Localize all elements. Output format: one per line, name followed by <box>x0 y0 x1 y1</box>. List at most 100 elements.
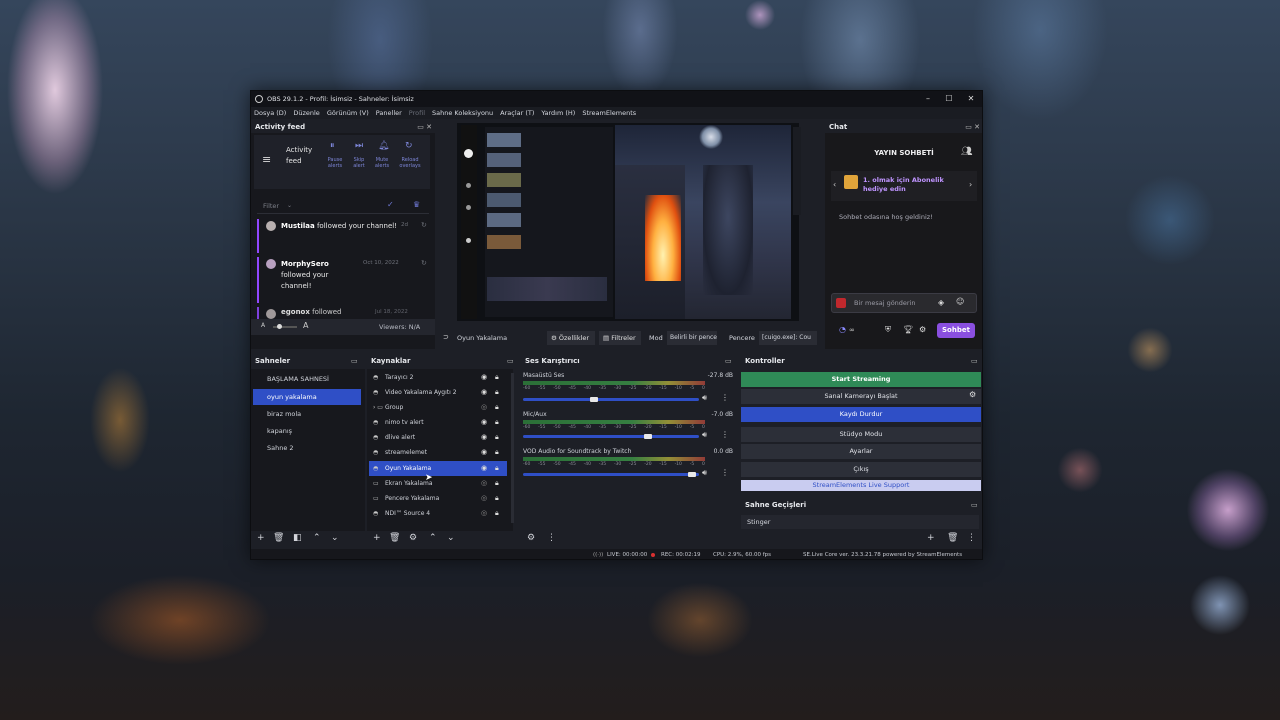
move-down-icon[interactable]: ⌄ <box>331 532 339 544</box>
pause-alerts-label[interactable]: Pause alerts <box>324 157 346 169</box>
eye-hidden-icon[interactable]: ◎ <box>481 506 487 521</box>
menu-file[interactable]: Dosya (D) <box>254 109 286 117</box>
filter-label[interactable]: Filter <box>263 202 279 210</box>
source-item[interactable]: ◓ streamelemet ◉ 🔒︎ <box>369 445 507 460</box>
speaker-icon[interactable]: 🔊︎ <box>702 393 707 403</box>
menu-streamelements[interactable]: StreamElements <box>582 109 636 117</box>
eye-icon[interactable]: ◉ <box>481 445 487 460</box>
stop-recording-button[interactable]: Kaydı Durdur <box>741 407 981 422</box>
gear-icon[interactable]: ⚙ <box>919 325 926 334</box>
replay-icon[interactable]: ↻ <box>421 221 427 229</box>
emote-icon[interactable]: ☺ <box>956 297 964 306</box>
chat-input[interactable]: Bir mesaj gönderin ◈ ☺ <box>831 293 977 313</box>
chat-send-button[interactable]: Sohbet <box>937 323 975 338</box>
skip-alert-label[interactable]: Skip alert <box>350 157 368 169</box>
close-button[interactable]: ✕ <box>960 91 982 107</box>
dock-float-close-icon[interactable]: ▭ ✕ <box>417 121 432 133</box>
trophy-icon[interactable]: 🏆︎ <box>903 325 913 334</box>
volume-knob[interactable] <box>643 434 652 439</box>
replay-icon[interactable]: ↻ <box>421 259 427 267</box>
menu-scene-collection[interactable]: Sahne Koleksiyonu <box>432 109 493 117</box>
scene-filters-icon[interactable]: ◧ <box>293 532 302 544</box>
virtual-camera-settings-icon[interactable]: ⚙ <box>969 390 976 399</box>
source-item[interactable]: ◓ NDI™ Source 4 ◎ 🔒︎ <box>369 506 507 521</box>
add-source-icon[interactable]: + <box>373 532 381 544</box>
pause-icon[interactable]: ⏸ <box>330 141 335 151</box>
reload-icon[interactable]: ↻ <box>405 141 413 151</box>
properties-button[interactable]: ⚙ Özellikler <box>547 331 595 345</box>
menu-view[interactable]: Görünüm (V) <box>327 109 369 117</box>
source-item-selected[interactable]: ◓ Oyun Yakalama ◉ 🔒︎ <box>369 461 507 476</box>
more-options-icon[interactable]: ⋮ <box>721 468 729 477</box>
users-icon[interactable]: 👥︎ <box>961 147 972 157</box>
source-item[interactable]: ▭ Ekran Yakalama ◎ 🔒︎ <box>369 476 507 491</box>
speaker-icon[interactable]: 🔊︎ <box>702 468 707 478</box>
move-up-icon[interactable]: ⌃ <box>313 532 321 544</box>
feed-event-2[interactable]: MorphySero followed your channel! Oct 10… <box>257 257 432 303</box>
source-item[interactable]: ▭ Pencere Yakalama ◎ 🔒︎ <box>369 491 507 506</box>
minimize-button[interactable]: – <box>917 91 939 107</box>
hamburger-menu-icon[interactable]: ≡ <box>262 153 271 166</box>
virtual-camera-button[interactable]: Sanal Kamerayı Başlat <box>741 389 981 404</box>
remove-source-icon[interactable]: 🗑︎ <box>389 532 400 544</box>
chevron-down-icon[interactable]: ⌄ <box>287 202 292 209</box>
more-options-icon[interactable]: ⋮ <box>721 430 729 439</box>
feed-event-3[interactable]: egonox followed Jul 18, 2022 <box>257 307 432 319</box>
transition-select[interactable]: Stinger <box>741 515 979 529</box>
scene-item[interactable]: BAŞLAMA SAHNESİ <box>253 371 361 387</box>
dock-float-icon[interactable]: ▭ <box>971 355 979 367</box>
eye-hidden-icon[interactable]: ◎ <box>481 400 487 415</box>
reload-overlays-label[interactable]: Reload overlays <box>396 157 424 169</box>
mixer-settings-icon[interactable]: ⚙ <box>527 532 535 544</box>
lock-icon[interactable]: 🔒︎ <box>495 461 499 476</box>
filters-button[interactable]: ▤ Filtreler <box>599 331 641 345</box>
lock-icon[interactable]: 🔒︎ <box>495 476 499 491</box>
source-item[interactable]: ◓ dlive alert ◉ 🔒︎ <box>369 430 507 445</box>
volume-knob[interactable] <box>687 472 696 477</box>
eye-hidden-icon[interactable]: ◎ <box>481 491 487 506</box>
dock-float-close-icon[interactable]: ▭ ✕ <box>965 121 980 133</box>
maximize-button[interactable]: ☐ <box>938 91 960 107</box>
menu-help[interactable]: Yardım (H) <box>541 109 575 117</box>
lock-icon[interactable]: 🔒︎ <box>495 415 499 430</box>
studio-mode-button[interactable]: Stüdyo Modu <box>741 427 981 442</box>
mode-select[interactable]: Belirli bir pence <box>667 331 717 345</box>
shield-icon[interactable]: ⛨ <box>885 325 891 335</box>
eye-icon[interactable]: ◉ <box>481 461 487 476</box>
volume-slider[interactable] <box>523 397 699 402</box>
gift-sub-banner[interactable]: ‹ 1. olmak için Abonelik hediye edin › <box>831 171 977 201</box>
feed-event-1[interactable]: Mustilaa followed your channel! 2d ↻ <box>257 219 432 253</box>
source-item[interactable]: ◓ Tarayıcı 2 ◉ 🔒︎ <box>369 370 507 385</box>
bits-drop-icon[interactable]: ◈ <box>938 298 944 307</box>
source-item[interactable]: › ▭ Group ◎ 🔒︎ <box>369 400 507 415</box>
eye-icon[interactable]: ◉ <box>481 370 487 385</box>
lock-icon[interactable]: 🔒︎ <box>495 491 499 506</box>
more-options-icon[interactable]: ⋮ <box>721 393 729 402</box>
scene-item[interactable]: kapanış <box>253 423 361 439</box>
chevron-left-icon[interactable]: ‹ <box>833 180 836 189</box>
add-scene-icon[interactable]: + <box>257 532 265 544</box>
settings-button[interactable]: Ayarlar <box>741 444 981 459</box>
skip-icon[interactable]: ⏭ <box>355 141 363 151</box>
menu-edit[interactable]: Düzenle <box>293 109 319 117</box>
menu-docks[interactable]: Paneller <box>376 109 402 117</box>
scene-item[interactable]: biraz mola <box>253 406 361 422</box>
source-item[interactable]: ◓ nimo tv alert ◉ 🔒︎ <box>369 415 507 430</box>
add-transition-icon[interactable]: + <box>927 532 935 544</box>
lock-icon[interactable]: 🔒︎ <box>495 400 499 415</box>
move-down-icon[interactable]: ⌄ <box>447 532 455 544</box>
move-up-icon[interactable]: ⌃ <box>429 532 437 544</box>
dock-float-icon[interactable]: ▭ <box>971 499 979 511</box>
bell-icon[interactable]: 🔔︎ <box>378 141 389 151</box>
source-item[interactable]: ◓ Video Yakalama Aygıtı 2 ◉ 🔒︎ <box>369 385 507 400</box>
menu-profile[interactable]: Profil <box>409 109 425 117</box>
slider-knob[interactable] <box>277 324 282 329</box>
channel-points-icon[interactable]: ◔ <box>839 325 846 334</box>
lock-icon[interactable]: 🔒︎ <box>495 385 499 400</box>
speaker-icon[interactable]: 🔊︎ <box>702 430 707 440</box>
eye-icon[interactable]: ◉ <box>481 385 487 400</box>
start-streaming-button[interactable]: Start Streaming <box>741 372 981 387</box>
bits-icon[interactable] <box>836 298 846 308</box>
remove-scene-icon[interactable]: 🗑︎ <box>273 532 284 544</box>
scene-item-selected[interactable]: oyun yakalama <box>253 389 361 405</box>
